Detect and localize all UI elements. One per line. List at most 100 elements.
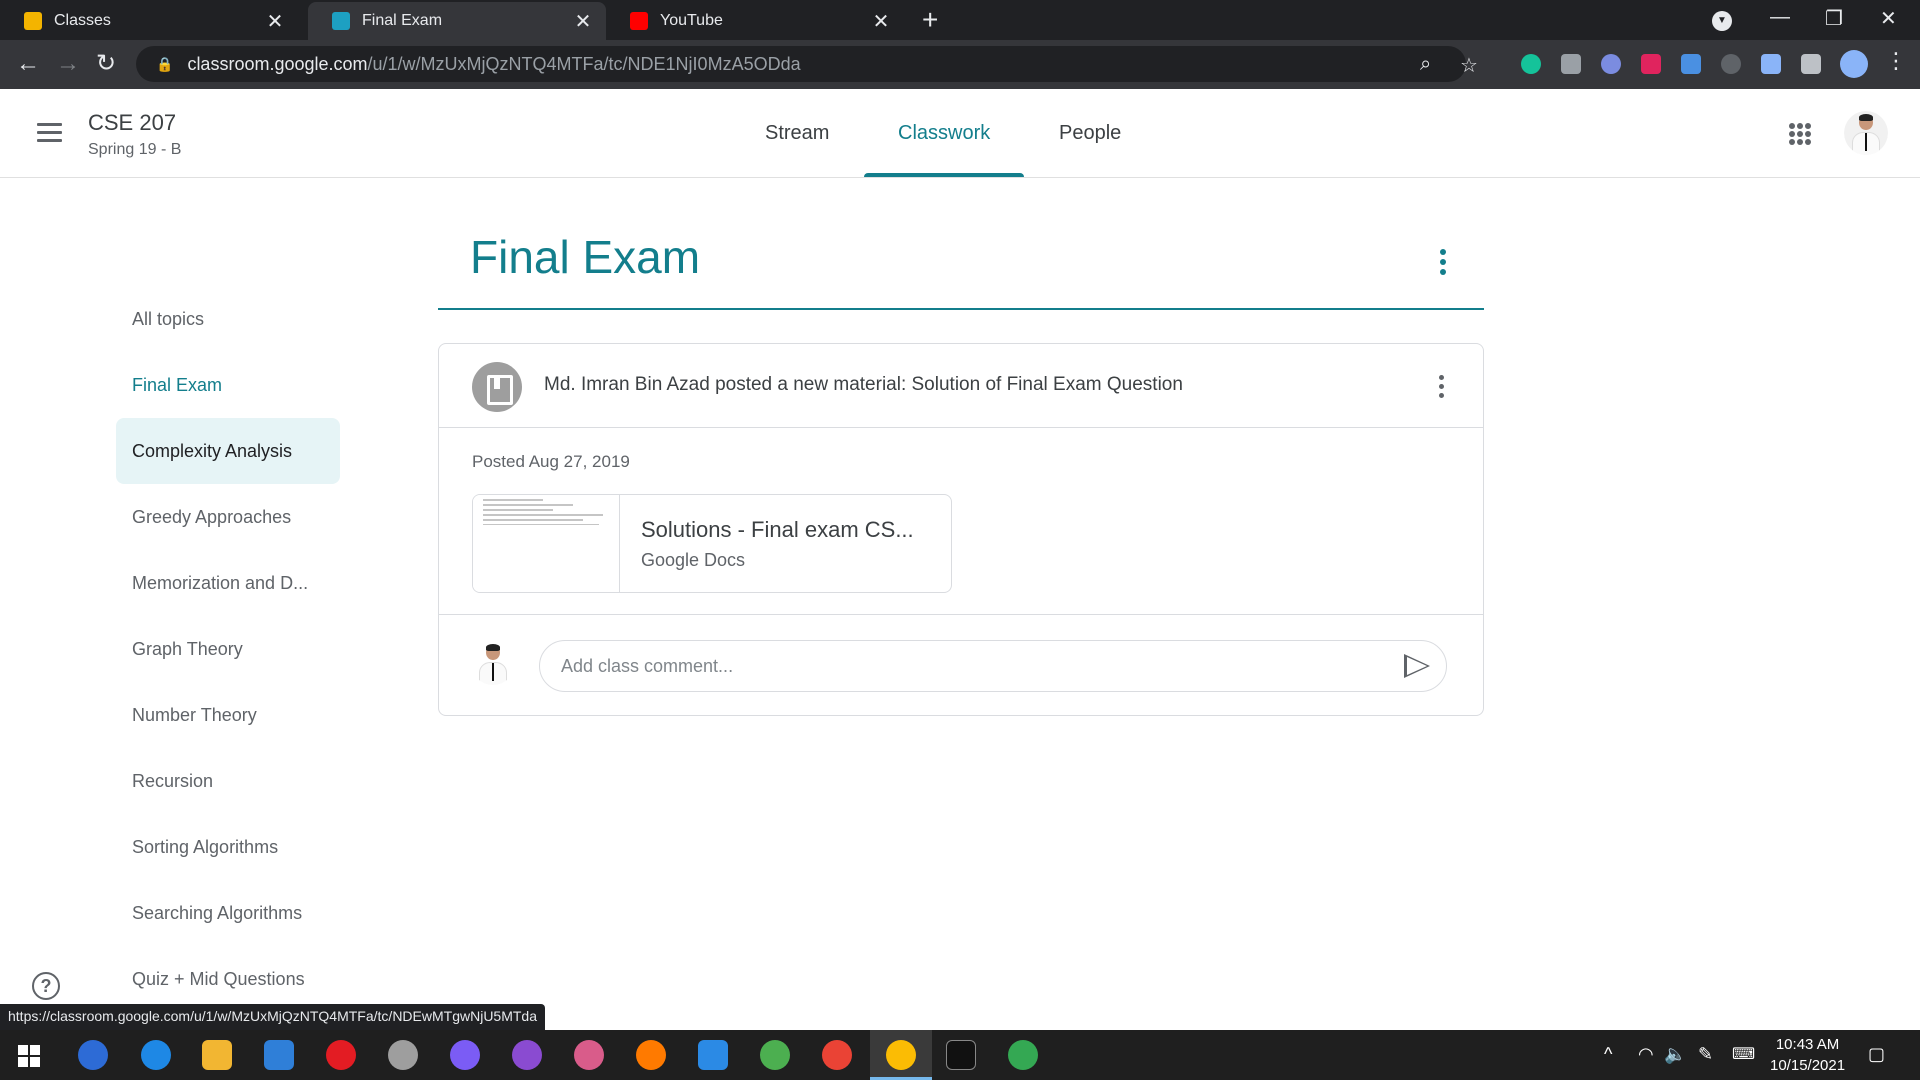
new-tab-icon[interactable]: + (922, 6, 938, 34)
chrome-icon[interactable] (822, 1040, 852, 1070)
close-tab-icon[interactable]: ✕ (572, 9, 594, 34)
address-bar[interactable]: 🔒 classroom.google.com/u/1/w/MzUxMjQzNTQ… (136, 46, 1478, 82)
attachment-type: Google Docs (641, 550, 746, 570)
topic-memorization[interactable]: Memorization and D... (116, 550, 340, 616)
tab-title: YouTube (660, 12, 723, 29)
windows-taskbar: ^ ◠ 🔈 ✎ ⌨ 10:43 AM 10/15/2021 ▢ (0, 1030, 1920, 1080)
youtube-favicon-icon (630, 12, 648, 30)
topic-final-exam[interactable]: Final Exam (116, 352, 340, 418)
topic-greedy-approaches[interactable]: Greedy Approaches (116, 484, 340, 550)
tab-people[interactable]: People (1025, 89, 1155, 177)
document-thumbnail (473, 495, 620, 592)
reload-icon[interactable]: ↻ (96, 50, 116, 78)
browser-toolbar: ← → ↻ 🔒 classroom.google.com/u/1/w/MzUxM… (0, 40, 1920, 89)
vscode-icon[interactable] (698, 1040, 728, 1070)
topic-sorting-algorithms[interactable]: Sorting Algorithms (116, 814, 340, 880)
topic-recursion[interactable]: Recursion (116, 748, 340, 814)
windows-start-icon[interactable] (18, 1045, 40, 1067)
play-extension-icon[interactable] (1641, 54, 1661, 74)
tab-final-exam[interactable]: Final Exam ✕ (308, 2, 606, 40)
material-book-icon (472, 362, 522, 412)
chrome-icon[interactable] (886, 1040, 916, 1070)
minimize-icon[interactable]: — (1770, 6, 1790, 29)
topic-more-options-icon[interactable] (1440, 249, 1446, 279)
firefox-icon[interactable] (636, 1040, 666, 1070)
back-icon[interactable]: ← (16, 50, 40, 78)
attachment-title: Solutions - Final exam CS... (641, 517, 914, 542)
puzzle-extensions-icon[interactable] (1801, 54, 1821, 74)
bookmark-star-icon[interactable]: ☆ (1460, 53, 1478, 78)
notifications-icon[interactable]: ▢ (1868, 1044, 1885, 1065)
classroom-favicon-icon (332, 12, 350, 30)
help-icon[interactable]: ? (32, 972, 60, 1000)
topic-quiz-mid-questions[interactable]: Quiz + Mid Questions (116, 946, 340, 1012)
taskbar-app-icon[interactable] (760, 1040, 790, 1070)
camera-extension-icon[interactable] (1561, 54, 1581, 74)
edge-icon[interactable] (141, 1040, 171, 1070)
messenger-icon[interactable] (450, 1040, 480, 1070)
tab-classwork[interactable]: Classwork (864, 89, 1025, 177)
chrome-icon[interactable] (1008, 1040, 1038, 1070)
close-tab-icon[interactable]: ✕ (264, 9, 286, 34)
topic-searching-algorithms[interactable]: Searching Algorithms (116, 880, 340, 946)
tab-classes[interactable]: Classes ✕ (0, 2, 298, 40)
pen-icon[interactable]: ✎ (1698, 1044, 1713, 1065)
grammarly-extension-icon[interactable] (1521, 54, 1541, 74)
attachment-card[interactable]: Solutions - Final exam CS... Google Docs (472, 494, 952, 593)
avatar[interactable] (1844, 111, 1888, 155)
close-tab-icon[interactable]: ✕ (870, 9, 892, 34)
main-menu-icon[interactable] (37, 123, 62, 147)
mail-icon[interactable] (264, 1040, 294, 1070)
lock-icon: 🔒 (156, 55, 174, 72)
clock[interactable]: 10:43 AM 10/15/2021 (1770, 1034, 1845, 1076)
file-explorer-icon[interactable] (202, 1040, 232, 1070)
opera-icon[interactable] (326, 1040, 356, 1070)
pen-extension-icon[interactable] (1761, 54, 1781, 74)
show-hidden-icons-icon[interactable]: ^ (1604, 1044, 1612, 1065)
material-card-header[interactable]: Md. Imran Bin Azad posted a new material… (439, 344, 1483, 428)
classroom-favicon-icon (24, 12, 42, 30)
clock-time: 10:43 AM (1775, 1036, 1840, 1053)
topic-all-topics[interactable]: All topics (116, 286, 340, 352)
post-text[interactable]: Md. Imran Bin Azad posted a new material… (544, 374, 1183, 396)
material-card[interactable]: Md. Imran Bin Azad posted a new material… (438, 343, 1484, 716)
tab-youtube[interactable]: YouTube ✕ (606, 2, 904, 40)
close-window-icon[interactable]: ✕ (1880, 6, 1897, 31)
card-divider (439, 614, 1483, 615)
tab-title: Final Exam (362, 12, 443, 29)
send-icon[interactable] (1404, 654, 1430, 678)
extension-icon[interactable] (1601, 54, 1621, 74)
profile-avatar-icon[interactable] (1840, 50, 1868, 78)
posted-date: Posted Aug 27, 2019 (472, 452, 630, 471)
restore-icon[interactable]: ❐ (1825, 6, 1843, 31)
forward-icon[interactable]: → (56, 50, 80, 78)
extension-icon[interactable] (1721, 54, 1741, 74)
google-apps-icon[interactable] (1789, 123, 1811, 145)
download-extension-icon[interactable] (1681, 54, 1701, 74)
chrome-menu-icon[interactable]: ⋮ (1885, 48, 1907, 74)
avatar (471, 641, 515, 685)
network-icon[interactable]: ◠ (1638, 1044, 1654, 1065)
topic-divider (438, 308, 1484, 310)
classroom-header: CSE 207 Spring 19 - B Stream Classwork P… (0, 89, 1920, 178)
topic-graph-theory[interactable]: Graph Theory (116, 616, 340, 682)
github-icon[interactable] (512, 1040, 542, 1070)
class-name[interactable]: CSE 207 (88, 110, 176, 136)
satellite-app-icon[interactable] (388, 1040, 418, 1070)
tab-search-icon[interactable]: ▼ (1712, 11, 1732, 31)
class-comment-input[interactable]: Add class comment... (539, 640, 1447, 692)
zoom-icon[interactable]: ⌕ (1420, 53, 1431, 76)
volume-icon[interactable]: 🔈 (1664, 1044, 1686, 1065)
post-more-options-icon[interactable] (1439, 375, 1445, 402)
keyboard-icon[interactable]: ⌨ (1732, 1044, 1755, 1064)
topic-complexity-analysis[interactable]: Complexity Analysis (116, 418, 340, 484)
status-bar-url: https://classroom.google.com/u/1/w/MzUxM… (0, 1004, 545, 1030)
topic-title: Final Exam (470, 231, 701, 283)
url-host: classroom.google.com (187, 53, 368, 74)
taskbar-app-icon[interactable] (78, 1040, 108, 1070)
class-section: Spring 19 - B (88, 141, 182, 158)
topic-number-theory[interactable]: Number Theory (116, 682, 340, 748)
terminal-icon[interactable] (946, 1040, 976, 1070)
tab-stream[interactable]: Stream (731, 89, 863, 177)
paint-icon[interactable] (574, 1040, 604, 1070)
